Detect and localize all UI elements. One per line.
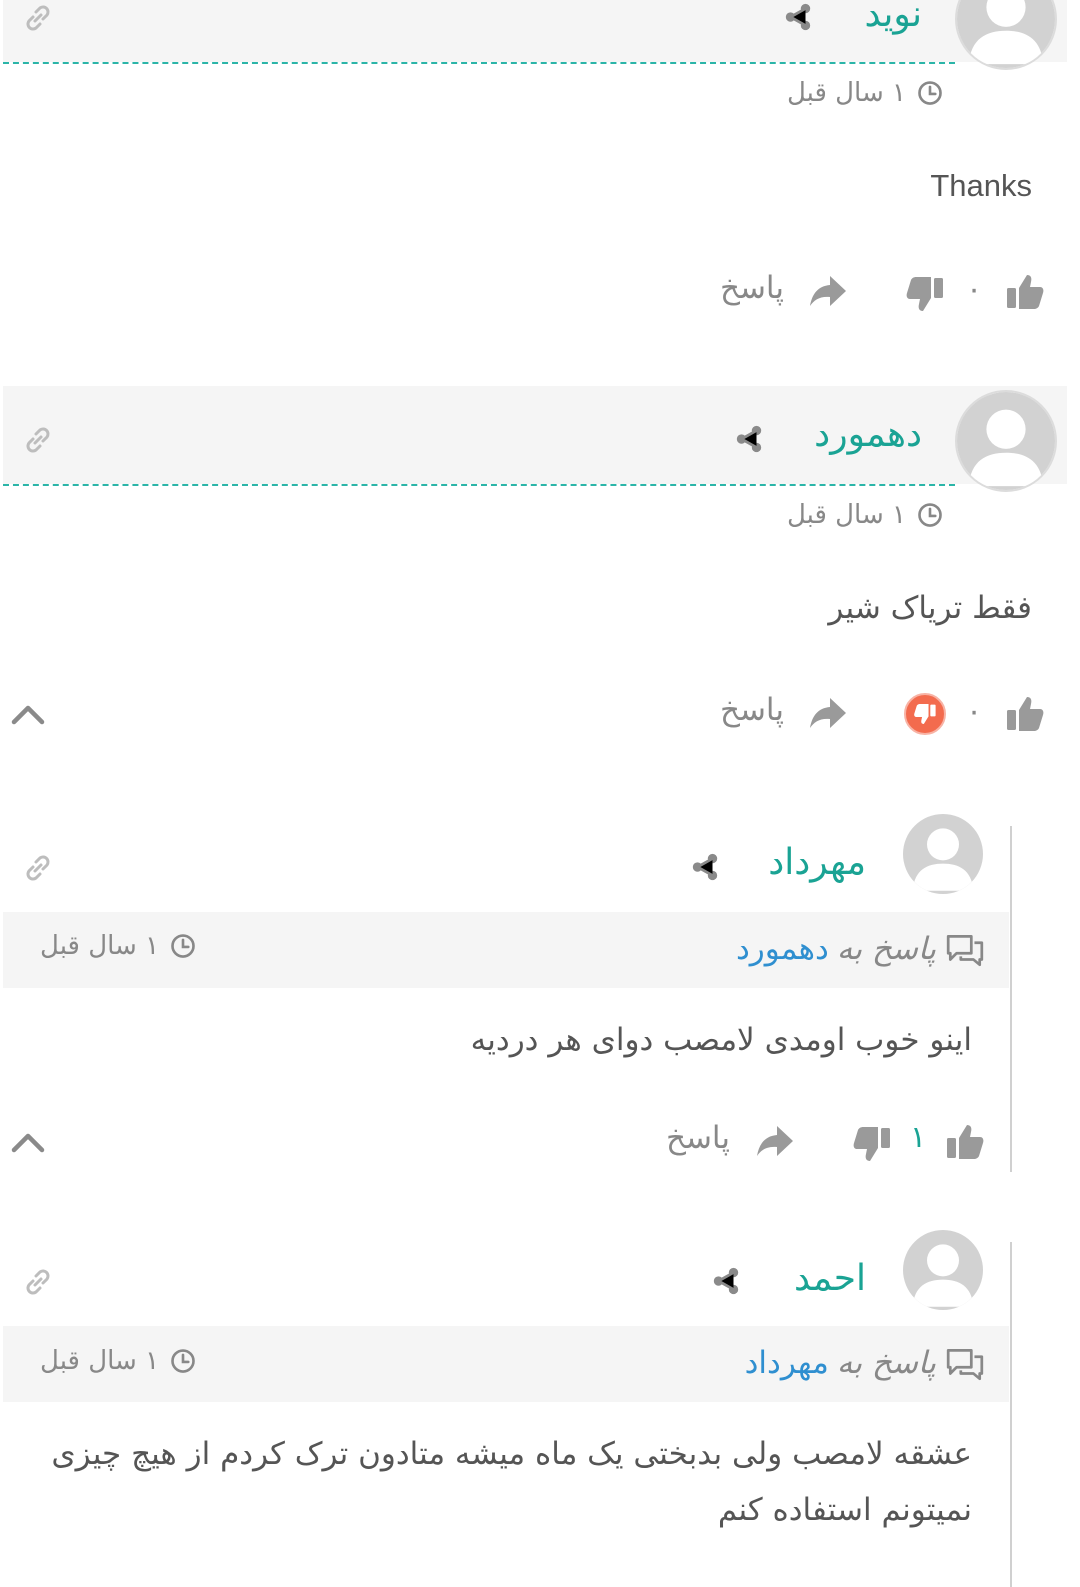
- thumbs-down-icon[interactable]: [905, 274, 945, 314]
- time-text: ۱ سال قبل: [40, 931, 160, 961]
- link-icon[interactable]: [22, 424, 54, 456]
- comment-time: ۱ سال قبل: [787, 78, 944, 108]
- chevron-up-icon[interactable]: [8, 694, 48, 734]
- like-count: ۰: [966, 694, 983, 729]
- reply-to-prefix: پاسخ به: [836, 1345, 936, 1381]
- comments-icon: [944, 1342, 986, 1384]
- comment-author[interactable]: مهرداد: [768, 842, 866, 883]
- reply-to-prefix: پاسخ به: [836, 931, 936, 967]
- reply-button[interactable]: پاسخ: [720, 270, 784, 306]
- comment-time: ۱ سال قبل: [40, 1346, 197, 1376]
- reply-to: پاسخ به دهمورد: [736, 928, 986, 970]
- clock-icon: [916, 79, 944, 107]
- thumbs-up-icon[interactable]: [1005, 272, 1045, 312]
- reply-arrow-icon[interactable]: [755, 1122, 795, 1162]
- link-icon[interactable]: [22, 2, 54, 34]
- time-text: ۱ سال قبل: [40, 1346, 160, 1376]
- time-text: ۱ سال قبل: [786, 78, 906, 108]
- comment-author[interactable]: دهمورد: [814, 414, 922, 455]
- link-icon[interactable]: [22, 852, 54, 884]
- thread-line: [1010, 1242, 1012, 1587]
- comment-author[interactable]: احمد: [794, 1258, 866, 1299]
- reply-button[interactable]: پاسخ: [666, 1120, 730, 1156]
- reply-to-author[interactable]: دهمورد: [736, 931, 829, 967]
- thumbs-up-icon[interactable]: [945, 1122, 985, 1162]
- header-divider: [3, 62, 955, 64]
- share-icon[interactable]: [734, 424, 764, 454]
- clock-icon: [169, 932, 197, 960]
- avatar[interactable]: [903, 814, 983, 894]
- reply-arrow-icon[interactable]: [808, 272, 848, 312]
- thumbs-down-icon[interactable]: [852, 1124, 892, 1164]
- thumbs-down-icon[interactable]: [904, 693, 946, 735]
- thumbs-up-icon[interactable]: [1005, 694, 1045, 734]
- chevron-up-icon[interactable]: [8, 1122, 48, 1162]
- thread-line: [1010, 826, 1012, 1172]
- comment-time: ۱ سال قبل: [787, 500, 944, 530]
- share-icon[interactable]: [711, 1266, 741, 1296]
- header-divider: [3, 484, 955, 486]
- comment-text: عشقه لامصب ولی بدبختی یک ماه میشه متادون…: [51, 1436, 972, 1528]
- link-icon[interactable]: [22, 1266, 54, 1298]
- avatar[interactable]: [903, 1230, 983, 1310]
- comment-text: اینو خوب اومدی لامصب دوای هر دردیه: [470, 1022, 972, 1058]
- comment-text: فقط تریاک شیر: [828, 590, 1032, 626]
- reply-to: پاسخ به مهرداد: [745, 1342, 986, 1384]
- time-text: ۱ سال قبل: [786, 500, 906, 530]
- reply-to-author[interactable]: مهرداد: [745, 1345, 829, 1381]
- like-count: ۱: [910, 1120, 927, 1155]
- comment-text: Thanks: [930, 168, 1032, 203]
- share-icon[interactable]: [690, 852, 720, 882]
- share-icon[interactable]: [783, 2, 813, 32]
- like-count: ۰: [966, 272, 983, 307]
- clock-icon: [916, 501, 944, 529]
- avatar[interactable]: [955, 390, 1057, 492]
- comments-icon: [944, 928, 986, 970]
- reply-button[interactable]: پاسخ: [720, 692, 784, 728]
- reply-arrow-icon[interactable]: [808, 694, 848, 734]
- clock-icon: [169, 1347, 197, 1375]
- comment-author[interactable]: نوید: [864, 0, 922, 35]
- comment-time: ۱ سال قبل: [40, 931, 197, 961]
